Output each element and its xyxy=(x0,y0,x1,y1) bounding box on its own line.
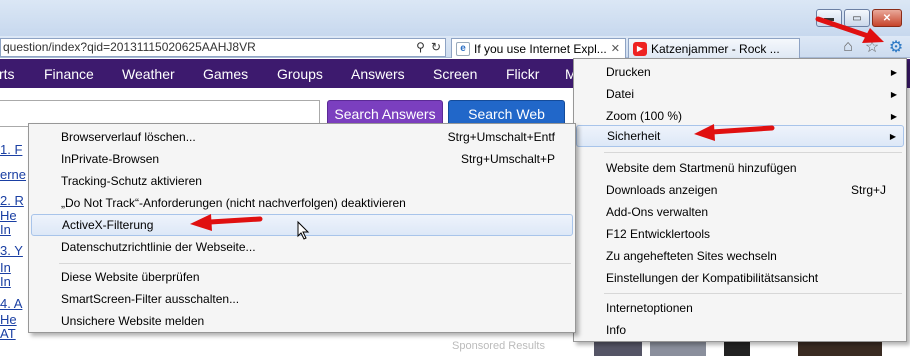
annotation-arrow-gear xyxy=(815,16,884,43)
annotation-arrow-activex xyxy=(190,214,263,231)
annotation-arrow-sicherheit xyxy=(694,124,775,141)
annotation-arrows xyxy=(190,16,884,231)
